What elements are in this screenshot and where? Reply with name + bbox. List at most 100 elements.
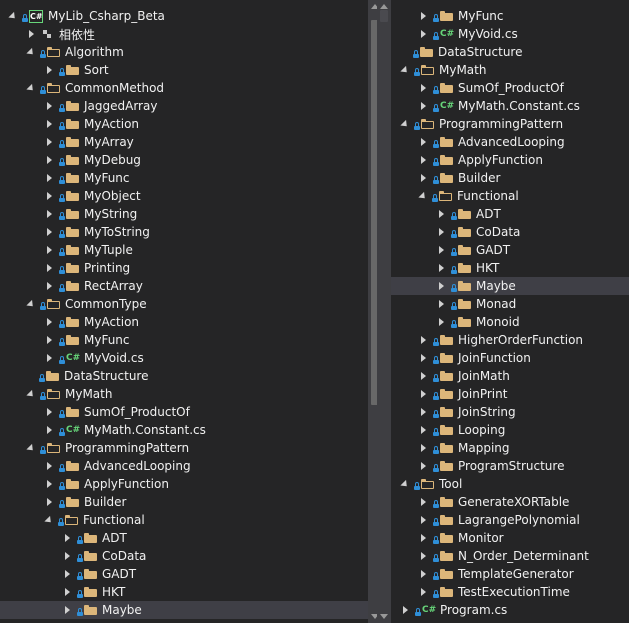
collapsed-arrow-icon[interactable]	[439, 210, 444, 218]
tree-item[interactable]: MyToString	[0, 223, 368, 241]
expanded-arrow-icon[interactable]	[26, 83, 36, 93]
tree-item[interactable]: CommonType	[0, 295, 368, 313]
collapsed-arrow-icon[interactable]	[47, 246, 52, 254]
tree-item[interactable]: JoinPrint	[391, 385, 629, 403]
tree-item[interactable]: MyMath	[0, 385, 368, 403]
tree-item[interactable]: MyArray	[0, 133, 368, 151]
tree-item[interactable]: Builder	[391, 169, 629, 187]
collapsed-arrow-icon[interactable]	[47, 66, 52, 74]
collapsed-arrow-icon[interactable]	[421, 534, 426, 542]
collapsed-arrow-icon[interactable]	[47, 120, 52, 128]
collapsed-arrow-icon[interactable]	[421, 102, 426, 110]
expanded-arrow-icon[interactable]	[26, 299, 36, 309]
tree-item[interactable]: ADT	[391, 205, 629, 223]
collapsed-arrow-icon[interactable]	[47, 192, 52, 200]
tree-item[interactable]: MyTuple	[0, 241, 368, 259]
collapsed-arrow-icon[interactable]	[421, 138, 426, 146]
tree-item[interactable]: GADT	[0, 565, 368, 583]
collapsed-arrow-icon[interactable]	[421, 156, 426, 164]
tree-item[interactable]: MyString	[0, 205, 368, 223]
vertical-scrollbar-right[interactable]	[377, 0, 391, 623]
tree-item[interactable]: C# MyMath.Constant.cs	[391, 97, 629, 115]
tree-item[interactable]: DataStructure	[0, 367, 368, 385]
tree-item[interactable]: SumOf_ProductOf	[391, 79, 629, 97]
tree-item[interactable]: Functional	[391, 187, 629, 205]
collapsed-arrow-icon[interactable]	[421, 174, 426, 182]
collapsed-arrow-icon[interactable]	[421, 30, 426, 38]
tree-item[interactable]: Monad	[391, 295, 629, 313]
tree-item[interactable]: RectArray	[0, 277, 368, 295]
collapsed-arrow-icon[interactable]	[65, 606, 70, 614]
tree-item[interactable]: AdvancedLooping	[391, 133, 629, 151]
collapsed-arrow-icon[interactable]	[421, 570, 426, 578]
collapsed-arrow-icon[interactable]	[439, 228, 444, 236]
collapsed-arrow-icon[interactable]	[439, 318, 444, 326]
tree-item[interactable]: MyObject	[0, 187, 368, 205]
tree-item[interactable]: HKT	[0, 583, 368, 601]
tree-item[interactable]: C# Program.cs	[391, 601, 629, 619]
tree-item[interactable]: AdvancedLooping	[0, 457, 368, 475]
tree-item[interactable]: N_Order_Determinant	[391, 547, 629, 565]
collapsed-arrow-icon[interactable]	[47, 102, 52, 110]
expanded-arrow-icon[interactable]	[400, 119, 410, 129]
tree-item[interactable]: GADT	[391, 241, 629, 259]
tree-item[interactable]: LagrangePolynomial	[391, 511, 629, 529]
collapsed-arrow-icon[interactable]	[421, 462, 426, 470]
tree-item[interactable]: C# MyLib_Csharp_Beta	[0, 7, 368, 25]
tree-item[interactable]: C# MyVoid.cs	[0, 349, 368, 367]
tree-item[interactable]: ApplyFunction	[0, 475, 368, 493]
collapsed-arrow-icon[interactable]	[439, 300, 444, 308]
tree-item[interactable]: JoinString	[391, 403, 629, 421]
tree-item[interactable]: SumOf_ProductOf	[0, 403, 368, 421]
expanded-arrow-icon[interactable]	[26, 443, 36, 453]
expanded-arrow-icon[interactable]	[26, 389, 36, 399]
tree-item[interactable]: TestExecutionTime	[391, 583, 629, 601]
tree-item[interactable]: CoData	[0, 547, 368, 565]
tree-item[interactable]: ADT	[0, 529, 368, 547]
collapsed-arrow-icon[interactable]	[421, 372, 426, 380]
tree-item[interactable]: MyFunc	[0, 331, 368, 349]
tree-item[interactable]: Maybe	[0, 601, 368, 619]
tree-item[interactable]: Looping	[391, 421, 629, 439]
collapsed-arrow-icon[interactable]	[47, 210, 52, 218]
tree-item[interactable]: Builder	[0, 493, 368, 511]
tree-item[interactable]: MyFunc	[0, 169, 368, 187]
tree-item[interactable]: Monitor	[391, 529, 629, 547]
tree-item[interactable]: TemplateGenerator	[391, 565, 629, 583]
tree-item[interactable]: C# MyVoid.cs	[391, 25, 629, 43]
tree-item[interactable]: JaggedArray	[0, 97, 368, 115]
collapsed-arrow-icon[interactable]	[47, 264, 52, 272]
tree-item[interactable]: C# MyMath.Constant.cs	[0, 421, 368, 439]
tree-item[interactable]: Sort	[0, 61, 368, 79]
tree-item[interactable]: Maybe	[391, 277, 629, 295]
collapsed-arrow-icon[interactable]	[421, 390, 426, 398]
collapsed-arrow-icon[interactable]	[47, 462, 52, 470]
collapsed-arrow-icon[interactable]	[403, 606, 408, 614]
collapsed-arrow-icon[interactable]	[421, 516, 426, 524]
tree-item[interactable]: 相依性	[0, 25, 368, 43]
collapsed-arrow-icon[interactable]	[47, 282, 52, 290]
collapsed-arrow-icon[interactable]	[439, 282, 444, 290]
scroll-down-arrow-icon[interactable]	[380, 614, 388, 619]
collapsed-arrow-icon[interactable]	[65, 552, 70, 560]
tree-item[interactable]: CoData	[391, 223, 629, 241]
tree-item[interactable]: JoinMath	[391, 367, 629, 385]
collapsed-arrow-icon[interactable]	[47, 336, 52, 344]
collapsed-arrow-icon[interactable]	[65, 570, 70, 578]
tree-item[interactable]: DataStructure	[391, 43, 629, 61]
collapsed-arrow-icon[interactable]	[47, 228, 52, 236]
tree-item[interactable]: ProgramStructure	[391, 457, 629, 475]
tree-item[interactable]: MyDebug	[0, 151, 368, 169]
collapsed-arrow-icon[interactable]	[47, 480, 52, 488]
tree-item[interactable]: ProgrammingPattern	[391, 115, 629, 133]
collapsed-arrow-icon[interactable]	[47, 354, 52, 362]
collapsed-arrow-icon[interactable]	[47, 498, 52, 506]
tree-item[interactable]: HKT	[391, 259, 629, 277]
tree-item[interactable]: Printing	[0, 259, 368, 277]
tree-item[interactable]: Tool	[391, 475, 629, 493]
collapsed-arrow-icon[interactable]	[439, 246, 444, 254]
collapsed-arrow-icon[interactable]	[47, 426, 52, 434]
collapsed-arrow-icon[interactable]	[47, 318, 52, 326]
collapsed-arrow-icon[interactable]	[421, 12, 426, 20]
tree-item[interactable]: Functional	[0, 511, 368, 529]
